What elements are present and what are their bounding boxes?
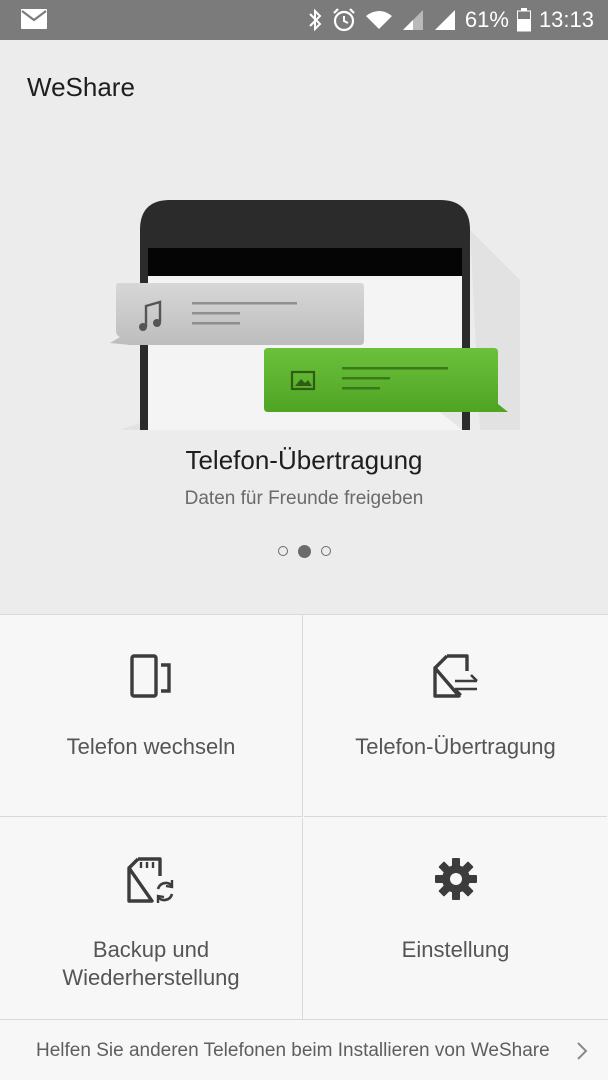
backup-restore-label-line2: Wiederherstellung [62,965,240,990]
battery-percent: 61% [464,7,509,32]
chevron-right-icon [576,1041,588,1066]
phone-switch-button[interactable]: Telefon wechseln [0,615,303,817]
carousel-title: Telefon-Übertragung [185,445,423,475]
feature-grid: Telefon wechseln Telefon-Übertragung Bac… [0,614,608,1020]
page-dot[interactable] [277,546,288,556]
signal-icon [401,9,425,31]
mail-icon [20,8,48,35]
settings-label: Einstellung [401,937,510,962]
wifi-icon [365,9,393,31]
backup-restore-button[interactable]: Backup und Wiederherstellung [0,818,303,1020]
carousel-page-indicator[interactable] [0,544,608,558]
app-title: WeShare [27,72,135,102]
bluetooth-icon [307,8,323,32]
battery-icon [516,8,531,32]
alarm-icon [331,7,357,33]
sdcard-sync-icon [0,856,302,906]
transfer-illustration [100,190,570,435]
phone-transfer-label: Telefon-Übertragung [355,734,556,759]
page-dot-active[interactable] [297,544,311,558]
file-transfer-icon [304,653,607,701]
page-dot[interactable] [320,546,331,556]
settings-button[interactable]: Einstellung [304,818,607,1020]
backup-restore-label: Backup und Wiederherstellung [0,936,302,992]
signal-icon [433,9,457,31]
backup-restore-label-line1: Backup und [92,937,210,962]
status-bar: 61% 13:13 [0,0,608,40]
phone-switch-icon [0,653,302,701]
hero-carousel[interactable]: WeShare Telefon-Übertragung Daten für Fr… [0,40,608,614]
carousel-subtitle: Daten für Freunde freigeben [184,488,424,509]
gear-icon [304,856,607,902]
phone-transfer-button[interactable]: Telefon-Übertragung [304,615,607,817]
install-help-text: Helfen Sie anderen Telefonen beim Instal… [36,1040,550,1061]
clock: 13:13 [538,7,594,32]
phone-switch-label: Telefon wechseln [66,734,236,759]
install-help-link[interactable]: Helfen Sie anderen Telefonen beim Instal… [0,1019,608,1080]
